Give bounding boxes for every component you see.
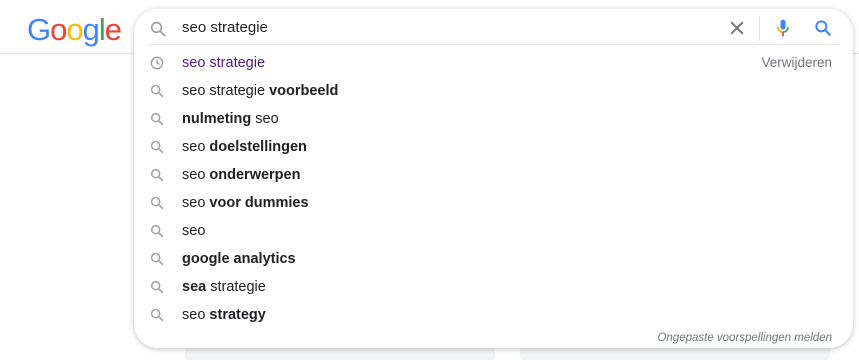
suggestion-bold: onderwerpen [209, 167, 301, 183]
suggestion-prefix: seo [182, 223, 206, 239]
search-icon [150, 84, 164, 98]
suggestion-text: google analytics [182, 245, 296, 273]
search-icon [150, 224, 164, 238]
suggestion-bold: nulmeting [182, 111, 252, 127]
suggestion-text: seo onderwerpen [182, 161, 300, 189]
suggestion-list: seo strategie Verwijderen seo strategie … [134, 49, 853, 329]
suggestion-item[interactable]: seo strategie voorbeeld [134, 77, 853, 105]
logo-letter: o [50, 12, 67, 47]
suggestion-text: seo [182, 217, 205, 245]
suggestion-text: seo strategie voorbeeld [182, 77, 338, 105]
suggestion-item[interactable]: nulmeting seo [134, 105, 853, 133]
suggestion-item[interactable]: seo voor dummies [134, 189, 853, 217]
search-box: seo strategie seo strategie Verwijderen [134, 9, 853, 348]
suggestion-text: seo doelstellingen [182, 133, 307, 161]
suggestion-item[interactable]: seo doelstellingen [134, 133, 853, 161]
suggestion-item[interactable]: seo strategie Verwijderen [134, 49, 853, 77]
suggestion-prefix: seo strategie [182, 55, 266, 71]
search-icon [150, 140, 164, 154]
logo-letter: o [66, 12, 83, 47]
search-icon [150, 112, 164, 126]
search-icon [150, 196, 164, 210]
suggestion-suffix: seo [251, 111, 279, 127]
suggestion-text: seo voor dummies [182, 189, 309, 217]
suggestion-item[interactable]: google analytics [134, 245, 853, 273]
suggestion-bold: strategy [209, 307, 266, 323]
suggestion-bold: voor dummies [209, 195, 309, 211]
microphone-icon[interactable] [773, 17, 793, 39]
suggestion-text: seo strategy [182, 301, 266, 329]
suggestion-bold: voorbeeld [269, 83, 339, 99]
suggestion-bold: google analytics [182, 251, 296, 267]
suggestion-prefix: seo strategie [182, 83, 270, 99]
search-icon [150, 21, 166, 37]
suggestion-prefix: seo [182, 195, 210, 211]
suggestion-bold: doelstellingen [209, 139, 307, 155]
report-predictions-link[interactable]: Ongepaste voorspellingen melden [657, 332, 832, 344]
search-icon[interactable] [813, 18, 833, 38]
suggestion-text: seo strategie [182, 49, 265, 77]
suggestion-prefix: seo [182, 307, 210, 323]
suggestion-suffix: strategie [206, 279, 266, 295]
suggestion-prefix: seo [182, 139, 210, 155]
search-row: seo strategie [134, 9, 853, 47]
divider [148, 44, 840, 45]
suggestion-item[interactable]: seo [134, 217, 853, 245]
logo-letter: G [27, 12, 51, 47]
logo-letter: e [104, 12, 122, 47]
remove-history-link[interactable]: Verwijderen [761, 49, 832, 77]
suggestion-item[interactable]: seo strategy [134, 301, 853, 329]
suggestion-text: nulmeting seo [182, 105, 279, 133]
search-icon [150, 252, 164, 266]
suggestion-text: sea strategie [182, 273, 266, 301]
suggestion-item[interactable]: sea strategie [134, 273, 853, 301]
search-input[interactable]: seo strategie [182, 19, 268, 37]
close-icon[interactable] [727, 18, 747, 38]
logo-letter: g [82, 12, 100, 47]
search-icon [150, 280, 164, 294]
google-logo[interactable]: Google [27, 12, 122, 48]
suggestion-prefix: seo [182, 167, 210, 183]
history-icon [150, 56, 164, 70]
search-icon [150, 308, 164, 322]
divider [759, 16, 760, 41]
search-icon [150, 168, 164, 182]
suggestion-bold: sea [182, 279, 207, 295]
suggestion-item[interactable]: seo onderwerpen [134, 161, 853, 189]
